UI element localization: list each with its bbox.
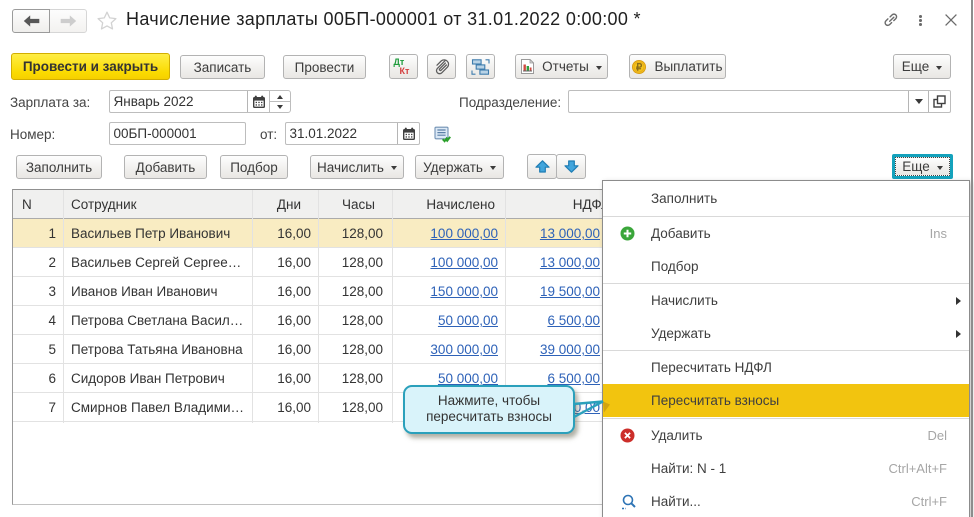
svg-text:₽: ₽	[636, 62, 643, 73]
